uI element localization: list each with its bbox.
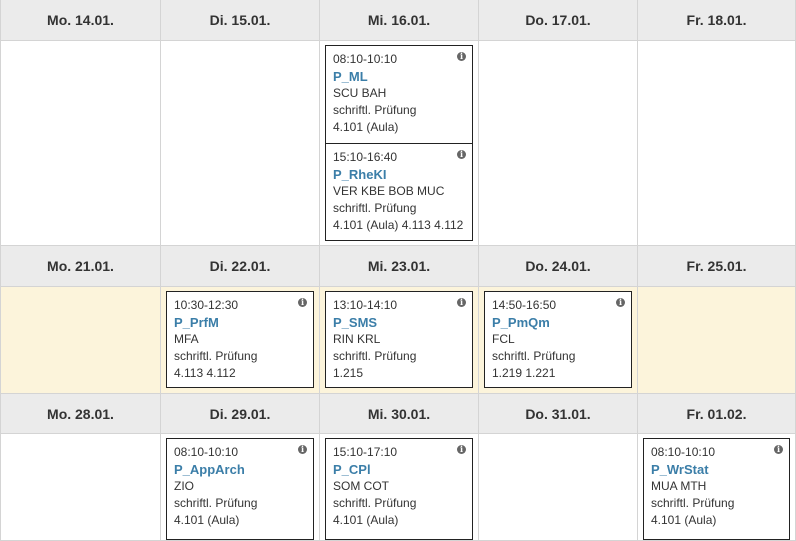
event-time: 08:10-10:10 [651,445,716,459]
info-icon[interactable]: i [774,445,783,454]
exam-event[interactable]: i 14:50-16:50 P_PmQm FCL schriftl. Prüfu… [484,291,632,388]
day-header: Fr. 25.01. [637,246,796,286]
day-header: Do. 31.01. [478,394,637,433]
exam-calendar: Mo. 14.01. Di. 15.01. Mi. 16.01. Do. 17.… [0,0,796,541]
info-icon[interactable]: i [457,298,466,307]
event-time: 08:10-10:10 [333,52,398,66]
week-body-2: i 10:30-12:30 P_PrfM MFA schriftl. Prüfu… [0,287,796,394]
day-header: Fr. 18.01. [637,0,796,40]
day-cell: i 08:10-10:10 P_ML SCU BAH schriftl. Prü… [319,41,478,245]
day-header: Mo. 21.01. [0,246,160,286]
event-time: 14:50-16:50 [492,298,557,312]
event-rooms: 1.215 [333,366,364,380]
info-icon[interactable]: i [457,445,466,454]
day-cell [160,41,319,245]
day-cell [0,287,160,393]
event-code[interactable]: P_SMS [333,314,465,331]
exam-event[interactable]: i 08:10-10:10 P_WrStat MUA MTH schriftl.… [643,438,790,540]
event-rooms: 4.101 (Aula) [333,120,399,134]
event-type: schriftl. Prüfung [333,201,417,215]
event-code[interactable]: P_ML [333,68,465,85]
day-cell [478,41,637,245]
day-cell [637,287,796,393]
day-cell: i 08:10-10:10 P_WrStat MUA MTH schriftl.… [637,434,796,540]
week-body-3: i 08:10-10:10 P_AppArch ZIO schriftl. Pr… [0,434,796,541]
exam-event[interactable]: i 08:10-10:10 P_ML SCU BAH schriftl. Prü… [325,45,473,144]
day-cell [637,41,796,245]
day-cell [0,41,160,245]
day-header: Mi. 30.01. [319,394,478,433]
info-icon[interactable]: i [298,298,307,307]
day-cell: i 08:10-10:10 P_AppArch ZIO schriftl. Pr… [160,434,319,540]
event-type: schriftl. Prüfung [174,496,258,510]
event-time: 08:10-10:10 [174,445,239,459]
exam-event[interactable]: i 10:30-12:30 P_PrfM MFA schriftl. Prüfu… [166,291,314,388]
event-people: RIN KRL [333,332,381,346]
event-type: schriftl. Prüfung [333,349,417,363]
day-cell: i 13:10-14:10 P_SMS RIN KRL schriftl. Pr… [319,287,478,393]
day-header: Di. 22.01. [160,246,319,286]
event-code[interactable]: P_RheKI [333,166,465,183]
day-cell [478,434,637,540]
exam-event[interactable]: i 08:10-10:10 P_AppArch ZIO schriftl. Pr… [166,438,314,540]
info-icon[interactable]: i [298,445,307,454]
event-rooms: 4.101 (Aula) 4.113 4.112 [333,218,464,232]
day-header: Di. 15.01. [160,0,319,40]
day-header: Mi. 23.01. [319,246,478,286]
event-type: schriftl. Prüfung [651,496,735,510]
event-rooms: 4.101 (Aula) [333,513,399,527]
info-icon[interactable]: i [616,298,625,307]
day-cell [0,434,160,540]
event-type: schriftl. Prüfung [492,349,576,363]
week-header-3: Mo. 28.01. Di. 29.01. Mi. 30.01. Do. 31.… [0,393,796,434]
event-type: schriftl. Prüfung [333,496,417,510]
event-code[interactable]: P_CPl [333,461,465,478]
event-rooms: 4.101 (Aula) [651,513,717,527]
event-people: ZIO [174,479,194,493]
event-rooms: 1.219 1.221 [492,366,556,380]
event-time: 15:10-16:40 [333,150,398,164]
event-type: schriftl. Prüfung [333,103,417,117]
day-cell: i 10:30-12:30 P_PrfM MFA schriftl. Prüfu… [160,287,319,393]
event-people: VER KBE BOB MUC [333,184,445,198]
week-header-2: Mo. 21.01. Di. 22.01. Mi. 23.01. Do. 24.… [0,245,796,287]
day-cell: i 15:10-17:10 P_CPl SOM COT schriftl. Pr… [319,434,478,540]
event-time: 15:10-17:10 [333,445,398,459]
event-code[interactable]: P_WrStat [651,461,782,478]
week-header-1: Mo. 14.01. Di. 15.01. Mi. 16.01. Do. 17.… [0,0,796,41]
event-people: SCU BAH [333,86,387,100]
event-time: 13:10-14:10 [333,298,398,312]
day-header: Do. 17.01. [478,0,637,40]
event-people: FCL [492,332,515,346]
day-cell: i 14:50-16:50 P_PmQm FCL schriftl. Prüfu… [478,287,637,393]
event-time: 10:30-12:30 [174,298,239,312]
event-people: SOM COT [333,479,389,493]
week-body-1: i 08:10-10:10 P_ML SCU BAH schriftl. Prü… [0,41,796,246]
exam-event[interactable]: i 15:10-16:40 P_RheKI VER KBE BOB MUC sc… [325,143,473,241]
day-header: Do. 24.01. [478,246,637,286]
event-rooms: 4.101 (Aula) [174,513,240,527]
event-code[interactable]: P_PrfM [174,314,306,331]
day-header: Di. 29.01. [160,394,319,433]
info-icon[interactable]: i [457,52,466,61]
event-people: MUA MTH [651,479,707,493]
day-header: Mo. 28.01. [0,394,160,433]
event-type: schriftl. Prüfung [174,349,258,363]
exam-event[interactable]: i 15:10-17:10 P_CPl SOM COT schriftl. Pr… [325,438,473,540]
day-header: Mo. 14.01. [0,0,160,40]
day-header: Mi. 16.01. [319,0,478,40]
event-code[interactable]: P_AppArch [174,461,306,478]
day-header: Fr. 01.02. [637,394,796,433]
exam-event[interactable]: i 13:10-14:10 P_SMS RIN KRL schriftl. Pr… [325,291,473,388]
event-code[interactable]: P_PmQm [492,314,624,331]
event-people: MFA [174,332,199,346]
event-rooms: 4.113 4.112 [174,366,236,380]
info-icon[interactable]: i [457,150,466,159]
